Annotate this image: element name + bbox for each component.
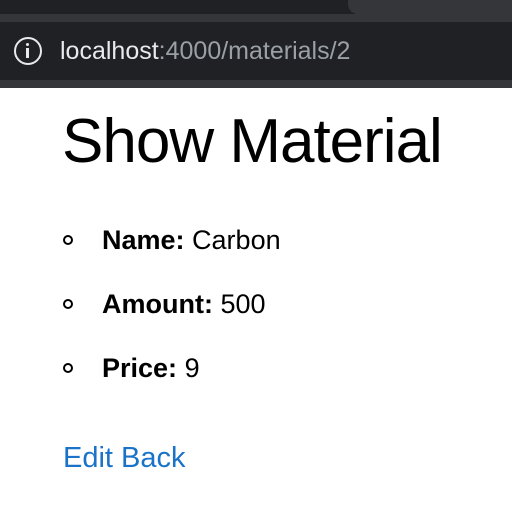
detail-value-price: 9: [184, 353, 200, 383]
detail-value-name: Carbon: [192, 225, 281, 255]
browser-toolbar: localhost:4000/materials/2: [0, 14, 512, 88]
detail-label-price: Price:: [102, 353, 178, 383]
detail-text: Amount: 500: [102, 284, 266, 324]
detail-label-amount: Amount:: [102, 289, 213, 319]
bullet-icon: [63, 299, 73, 309]
detail-text: Name: Carbon: [102, 220, 281, 260]
edit-link[interactable]: Edit: [63, 442, 113, 474]
url-host: localhost: [60, 37, 159, 65]
page-content: Show Material Name: Carbon Amount: 500 P…: [0, 88, 512, 524]
page-title: Show Material: [62, 107, 443, 176]
browser-tab[interactable]: [348, 0, 512, 14]
url-path: :4000/materials/2: [158, 37, 351, 65]
detail-label-name: Name:: [102, 225, 185, 255]
action-links: Edit Back: [63, 438, 186, 478]
browser-tab-strip: [0, 0, 512, 14]
url-text[interactable]: localhost:4000/materials/2: [60, 34, 350, 68]
detail-value-amount: 500: [220, 289, 266, 319]
address-bar[interactable]: localhost:4000/materials/2: [0, 22, 512, 80]
bullet-icon: [63, 363, 73, 373]
detail-text: Price: 9: [102, 348, 200, 388]
bullet-icon: [63, 235, 73, 245]
back-link[interactable]: Back: [121, 442, 185, 474]
info-icon[interactable]: [14, 37, 42, 65]
